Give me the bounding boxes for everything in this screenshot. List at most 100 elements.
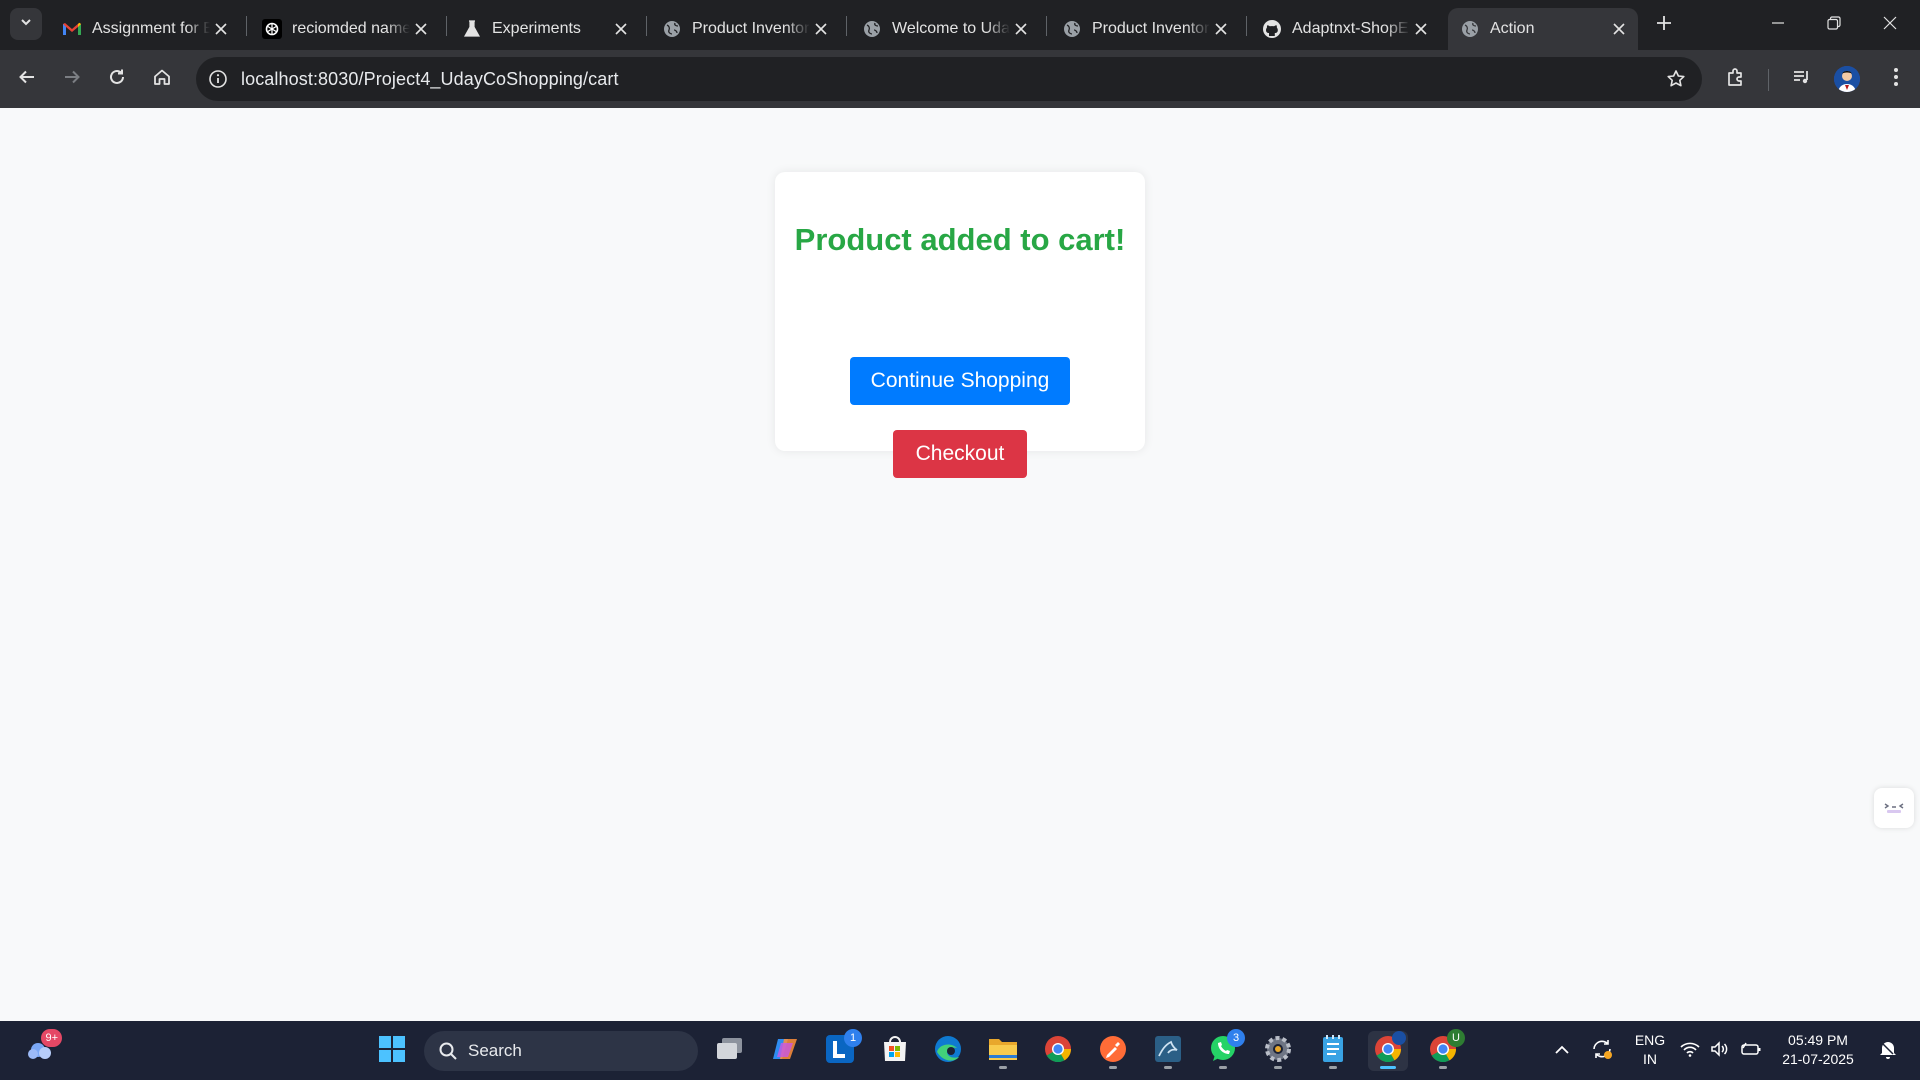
search-label: Search xyxy=(468,1041,522,1060)
running-indicator xyxy=(1219,1066,1227,1069)
close-icon[interactable] xyxy=(610,18,632,40)
close-icon[interactable] xyxy=(1010,18,1032,40)
windows-logo-icon xyxy=(378,1035,406,1068)
tab-github[interactable]: Adaptnxt-ShopE xyxy=(1250,8,1440,50)
globe-icon xyxy=(1460,19,1480,39)
side-panel-widget[interactable] xyxy=(1874,788,1914,828)
globe-icon xyxy=(1062,19,1082,39)
copilot-button[interactable] xyxy=(765,1031,805,1071)
language-code: ENG xyxy=(1634,1032,1666,1048)
close-icon[interactable] xyxy=(210,18,232,40)
tab-title: Assignment for E xyxy=(92,20,210,37)
close-icon xyxy=(1883,16,1897,35)
close-icon[interactable] xyxy=(810,18,832,40)
chrome-button[interactable] xyxy=(1038,1031,1078,1071)
restore-button[interactable] xyxy=(1806,0,1862,50)
postman-button[interactable] xyxy=(1093,1031,1133,1071)
whatsapp-button[interactable]: 3 xyxy=(1203,1029,1245,1071)
chevron-down-icon xyxy=(19,15,33,34)
tab-chatgpt[interactable]: reciomded name xyxy=(250,8,440,50)
quick-settings-button[interactable] xyxy=(1676,1031,1766,1071)
tab-gmail[interactable]: Assignment for E xyxy=(50,8,240,50)
puzzle-icon xyxy=(1726,67,1746,92)
chrome-icon xyxy=(1043,1034,1073,1069)
chrome-profile-button[interactable] xyxy=(1368,1031,1408,1071)
task-view-icon xyxy=(715,1036,745,1067)
continue-shopping-button[interactable]: Continue Shopping xyxy=(850,357,1070,405)
notifications-button[interactable] xyxy=(1868,1031,1908,1071)
task-view-button[interactable] xyxy=(710,1031,750,1071)
tab-separator xyxy=(1246,16,1247,36)
chrome-menu-button[interactable] xyxy=(1880,63,1912,95)
site-info-icon[interactable] xyxy=(206,67,230,91)
url-path: :8030/Project4_UdayCoShopping/cart xyxy=(312,69,619,89)
home-button[interactable] xyxy=(146,63,178,95)
taskbar-search[interactable]: Search xyxy=(424,1031,698,1071)
running-indicator xyxy=(1329,1066,1337,1069)
profile-avatar[interactable] xyxy=(1834,66,1860,92)
new-tab-button[interactable] xyxy=(1650,11,1678,39)
checkout-button[interactable]: Checkout xyxy=(893,430,1027,478)
linkedin-app-button[interactable]: 1 xyxy=(820,1029,862,1071)
close-window-button[interactable] xyxy=(1862,0,1918,50)
tab-separator xyxy=(1046,16,1047,36)
edge-icon xyxy=(933,1034,963,1069)
media-control-button[interactable] xyxy=(1786,63,1818,95)
gmail-icon xyxy=(62,19,82,39)
settings-button[interactable] xyxy=(1258,1031,1298,1071)
tab-product-inventory-1[interactable]: Product Inventor xyxy=(650,8,840,50)
tab-welcome[interactable]: Welcome to Uda xyxy=(850,8,1040,50)
tab-action[interactable]: Action xyxy=(1448,8,1638,50)
openai-icon xyxy=(262,19,282,39)
reload-button[interactable] xyxy=(101,63,133,95)
volume-icon xyxy=(1710,1040,1730,1062)
notepad-button[interactable] xyxy=(1313,1031,1353,1071)
tab-title: Adaptnxt-ShopE xyxy=(1292,20,1409,37)
running-indicator xyxy=(999,1066,1007,1069)
close-icon[interactable] xyxy=(1608,18,1630,40)
github-icon xyxy=(1262,19,1282,39)
minimize-button[interactable] xyxy=(1750,0,1806,50)
close-icon[interactable] xyxy=(1210,18,1232,40)
tab-search-button[interactable] xyxy=(10,8,42,40)
back-button[interactable] xyxy=(11,63,43,95)
start-button[interactable] xyxy=(372,1031,412,1071)
widgets-button[interactable]: 9+ xyxy=(20,1029,62,1071)
tab-experiments[interactable]: Experiments xyxy=(450,8,640,50)
language-indicator[interactable]: ENG IN xyxy=(1628,1031,1672,1069)
clock-date: 21-07-2025 xyxy=(1782,1051,1854,1067)
edge-button[interactable] xyxy=(928,1031,968,1071)
address-bar[interactable]: localhost:8030/Project4_UdayCoShopping/c… xyxy=(196,57,1702,101)
tab-product-inventory-2[interactable]: Product Inventor xyxy=(1050,8,1240,50)
terminal-icon xyxy=(1883,798,1905,819)
restore-icon xyxy=(1827,15,1841,35)
clock[interactable]: 05:49 PM 21-07-2025 xyxy=(1776,1031,1860,1069)
close-icon[interactable] xyxy=(1410,18,1432,40)
linkedin-badge: 1 xyxy=(844,1029,862,1047)
mysql-workbench-button[interactable] xyxy=(1148,1031,1188,1071)
profile-mini-avatar xyxy=(1392,1031,1406,1045)
clock-time: 05:49 PM xyxy=(1788,1032,1848,1048)
show-hidden-icons-button[interactable] xyxy=(1542,1031,1582,1071)
file-explorer-button[interactable] xyxy=(983,1031,1023,1071)
bookmark-star-icon[interactable] xyxy=(1664,67,1688,91)
windows-taskbar: 9+ Search 1 3 U ENG IN 05:49 PM 21-07-20… xyxy=(0,1021,1920,1080)
tab-title: reciomded name xyxy=(292,20,410,37)
tab-title: Action xyxy=(1490,20,1535,37)
forward-button[interactable] xyxy=(56,63,88,95)
running-indicator xyxy=(1380,1066,1396,1069)
running-indicator xyxy=(1274,1066,1282,1069)
whatsapp-badge: 3 xyxy=(1227,1029,1245,1047)
store-icon xyxy=(880,1034,910,1069)
close-icon[interactable] xyxy=(410,18,432,40)
tab-separator xyxy=(446,16,447,36)
minimize-icon xyxy=(1771,16,1785,35)
tab-separator xyxy=(846,16,847,36)
ms-store-button[interactable] xyxy=(875,1031,915,1071)
extensions-button[interactable] xyxy=(1720,63,1752,95)
bell-icon xyxy=(1877,1038,1899,1065)
chrome-other-profile-button[interactable]: U xyxy=(1423,1029,1465,1071)
tab-title: Product Inventor xyxy=(692,20,810,37)
running-indicator xyxy=(1439,1066,1447,1069)
sync-status-button[interactable] xyxy=(1582,1031,1622,1071)
